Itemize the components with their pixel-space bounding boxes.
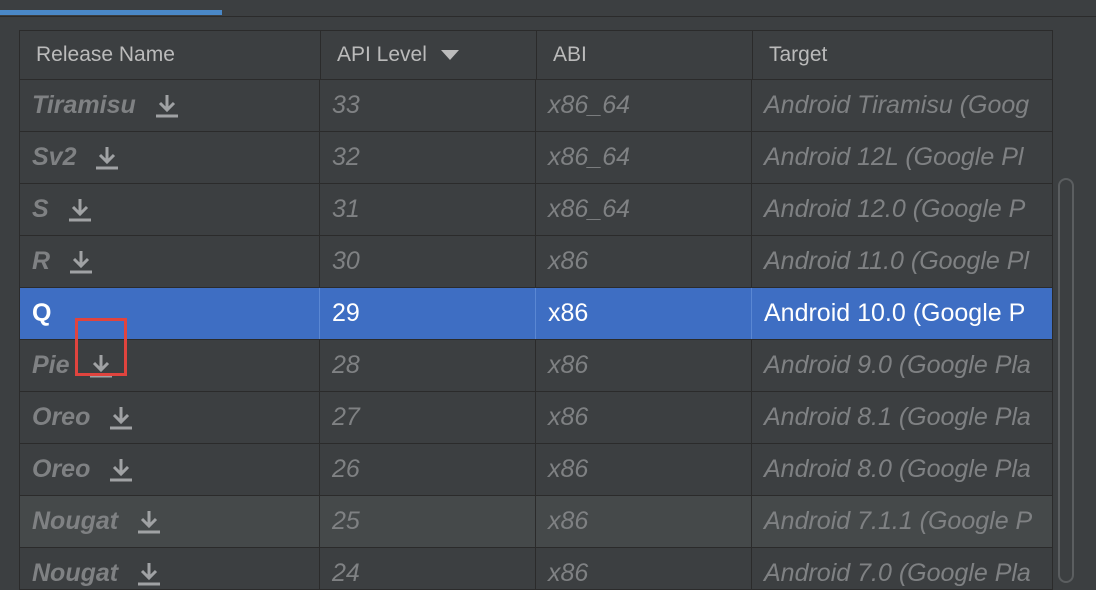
cell-target: Android 8.0 (Google Pla <box>764 455 1031 483</box>
cell-target: Android Tiramisu (Goog <box>764 91 1030 119</box>
column-header-api-level[interactable]: API Level <box>321 31 537 79</box>
download-icon[interactable] <box>88 353 114 379</box>
release-name-text: R <box>32 247 51 275</box>
cell-abi: x86 <box>536 496 752 547</box>
download-icon[interactable] <box>68 249 94 275</box>
cell-target: Android 12.0 (Google P <box>764 195 1026 223</box>
cell-release-name: Sv2 <box>20 132 320 183</box>
table-row[interactable]: Nougat 25 x86 Android 7.1.1 (Google P <box>20 496 1052 548</box>
column-header-abi[interactable]: ABI <box>537 31 753 79</box>
cell-release-name: Oreo <box>20 444 320 495</box>
cell-release-name: Pie <box>20 340 320 391</box>
column-header-label: Release Name <box>36 43 175 66</box>
table-row[interactable]: Oreo 27 x86 Android 8.1 (Google Pla <box>20 392 1052 444</box>
cell-abi: x86_64 <box>536 184 752 235</box>
release-name-text: Oreo <box>32 455 91 483</box>
column-header-target[interactable]: Target <box>753 31 1052 79</box>
cell-release-name: Nougat <box>20 496 320 547</box>
release-name-text: Pie <box>32 351 70 379</box>
table-row[interactable]: Nougat 24 x86 Android 7.0 (Google Pla <box>20 548 1052 589</box>
download-icon[interactable] <box>108 405 134 431</box>
release-name-text: Sv2 <box>32 143 77 171</box>
cell-abi: x86 <box>536 236 752 287</box>
column-header-label: API Level <box>337 43 427 66</box>
cell-release-name: Nougat <box>20 548 320 589</box>
cell-api-level: 33 <box>320 80 536 131</box>
cell-api-level: 30 <box>320 236 536 287</box>
cell-release-name: Q <box>20 288 320 339</box>
cell-target: Android 7.0 (Google Pla <box>764 559 1031 587</box>
system-image-table: Release Name API Level ABI Target Tirami… <box>19 30 1081 590</box>
cell-target: Android 7.1.1 (Google P <box>764 507 1033 535</box>
table-header: Release Name API Level ABI Target <box>20 31 1052 80</box>
download-icon[interactable] <box>108 457 134 483</box>
table-body: Tiramisu 33 x86_64 Android Tiramisu (Goog Sv… <box>20 80 1052 589</box>
cell-release-name: Tiramisu <box>20 80 320 131</box>
table-row[interactable]: Q 29 x86 Android 10.0 (Google P <box>20 288 1052 340</box>
cell-target: Android 9.0 (Google Pla <box>764 351 1031 379</box>
cell-api-level: 31 <box>320 184 536 235</box>
cell-abi: x86 <box>536 288 752 339</box>
release-name-text: S <box>32 195 49 223</box>
release-name-text: Nougat <box>32 507 119 535</box>
cell-api-level: 26 <box>320 444 536 495</box>
active-tab-indicator <box>0 10 222 15</box>
cell-api-level: 28 <box>320 340 536 391</box>
download-icon[interactable] <box>154 93 180 119</box>
cell-api-level: 32 <box>320 132 536 183</box>
table-row[interactable]: Oreo 26 x86 Android 8.0 (Google Pla <box>20 444 1052 496</box>
column-header-label: Target <box>769 43 828 66</box>
cell-target: Android 12L (Google Pl <box>764 143 1024 171</box>
cell-abi: x86_64 <box>536 132 752 183</box>
vertical-scrollbar-thumb[interactable] <box>1058 178 1074 583</box>
cell-api-level: 27 <box>320 392 536 443</box>
cell-abi: x86 <box>536 340 752 391</box>
release-name-text: Nougat <box>32 559 119 587</box>
cell-target: Android 8.1 (Google Pla <box>764 403 1031 431</box>
cell-api-level: 25 <box>320 496 536 547</box>
table-row[interactable]: Pie 28 x86 Android 9.0 (Google Pla <box>20 340 1052 392</box>
release-name-text: Tiramisu <box>32 91 136 119</box>
cell-release-name: Oreo <box>20 392 320 443</box>
table-row[interactable]: Tiramisu 33 x86_64 Android Tiramisu (Goog <box>20 80 1052 132</box>
download-icon[interactable] <box>67 197 93 223</box>
cell-abi: x86 <box>536 444 752 495</box>
sort-desc-icon <box>440 50 459 60</box>
cell-release-name: R <box>20 236 320 287</box>
cell-api-level: 29 <box>320 288 536 339</box>
cell-abi: x86 <box>536 392 752 443</box>
column-header-label: ABI <box>553 43 587 66</box>
cell-target: Android 11.0 (Google Pl <box>764 247 1029 275</box>
release-name-text: Oreo <box>32 403 91 431</box>
release-name-text: Q <box>32 299 52 327</box>
download-icon[interactable] <box>136 561 162 587</box>
column-header-release-name[interactable]: Release Name <box>20 31 321 79</box>
table-row[interactable]: S 31 x86_64 Android 12.0 (Google P <box>20 184 1052 236</box>
cell-release-name: S <box>20 184 320 235</box>
download-icon[interactable] <box>94 145 120 171</box>
cell-abi: x86 <box>536 548 752 589</box>
table-row[interactable]: R 30 x86 Android 11.0 (Google Pl <box>20 236 1052 288</box>
cell-abi: x86_64 <box>536 80 752 131</box>
download-icon[interactable] <box>136 509 162 535</box>
cell-target: Android 10.0 (Google P <box>764 299 1026 327</box>
table-row[interactable]: Sv2 32 x86_64 Android 12L (Google Pl <box>20 132 1052 184</box>
cell-api-level: 24 <box>320 548 536 589</box>
